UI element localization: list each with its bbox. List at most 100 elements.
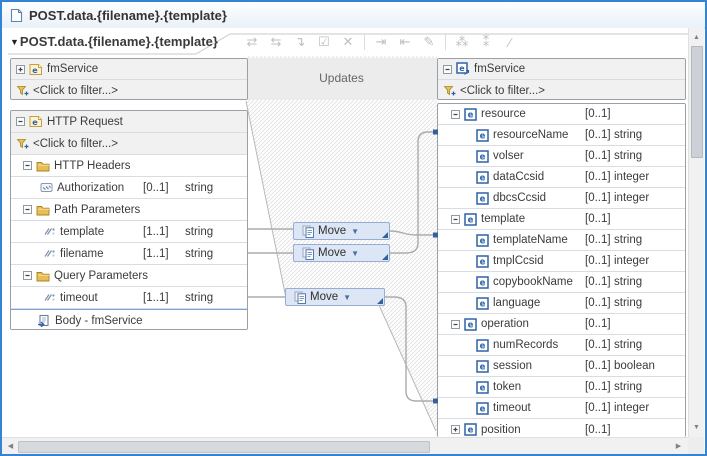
input-row-filename[interactable]: filename [1..1] string [11,243,247,265]
toolbar-submap-icon[interactable]: ⇄ [240,34,264,50]
move-transform-icon [302,247,315,260]
element-icon: e [476,254,489,268]
output-row-numrecords[interactable]: e numRecords [0..1] string [438,335,685,356]
toolbar-edit-transform-icon[interactable]: ✎ [417,34,441,50]
param-icon [43,226,56,237]
collapse-icon[interactable] [23,205,32,214]
folder-icon [36,204,50,216]
output-row-tmplccsid[interactable]: e tmplCcsid [0..1] integer [438,251,685,272]
element-icon: e [476,191,489,205]
vertical-scroll-thumb[interactable] [691,46,703,158]
input-row-path-parameters[interactable]: Path Parameters [11,199,247,221]
toolbar-icons: ⇄ ⇆ ↴ ☑ ✕ ⇥ ⇤ ✎ ⁂ ⁑ ⁄ [240,32,522,52]
toolbar-cast-icon[interactable]: ↴ [288,34,312,50]
scroll-down-icon[interactable]: ▼ [689,420,704,435]
scroll-up-icon[interactable]: ▲ [689,30,704,45]
horizontal-scroll-thumb[interactable] [18,441,430,453]
output-row-dataccsid[interactable]: e dataCcsid [0..1] integer [438,167,685,188]
type: string [185,181,214,194]
toolbar-remove-connection-icon[interactable]: ⁑ [474,34,498,50]
toolbar-link-outputs-icon[interactable]: ⇤ [393,34,417,50]
output-row-template[interactable]: e template [0..1] [438,209,685,230]
input-row-body-fmservice[interactable]: Body - fmService [11,309,247,329]
collapse-icon[interactable] [16,117,25,126]
svg-text:e: e [468,110,474,120]
svg-text:e: e [480,299,486,309]
type: string [185,247,214,260]
input-row-authorization[interactable]: Authorization [0..1] string [11,177,247,199]
input-row-query-parameters[interactable]: Query Parameters [11,265,247,287]
collapse-icon[interactable] [451,109,460,119]
row-label: resource [481,108,526,120]
chevron-down-icon[interactable]: ▼ [351,249,359,258]
toolbar-local-map-icon[interactable]: ⇆ [264,34,288,50]
input-row-http-headers[interactable]: HTTP Headers [11,155,247,177]
output-row-dbcsccsid[interactable]: e dbcsCcsid [0..1] integer [438,188,685,209]
output-row-language[interactable]: e language [0..1] string [438,293,685,314]
chevron-down-icon[interactable]: ▼ [343,293,351,302]
type: integer [614,171,650,183]
output-row-token[interactable]: e token [0..1] string [438,377,685,398]
toolbar-validate-map-icon[interactable]: ☑ [312,34,336,50]
output-row-operation[interactable]: e operation [0..1] [438,314,685,335]
input-service-row[interactable]: e fmService [11,59,247,80]
row-label: operation [481,318,529,330]
cardinality: [1..1] [143,247,169,260]
toolbar-annotation-icon[interactable]: ⁄ [498,35,522,50]
type: string [614,129,643,141]
cardinality: [0..1] [143,181,169,194]
output-row-timeout[interactable]: e timeout [0..1] integer [438,398,685,419]
editor-title: POST.data.{filename}.{template} [29,7,227,23]
type: boolean [614,360,655,372]
input-service-filter[interactable]: <Click to filter...> [11,80,247,99]
expand-icon[interactable] [16,64,25,74]
vertical-scrollbar[interactable]: ▲ ▼ [688,28,704,437]
output-row-templatename[interactable]: e templateName [0..1] string [438,230,685,251]
output-row-resource[interactable]: e resource [0..1] [438,104,685,125]
transform-move-1[interactable]: Move ▼ [293,222,390,240]
output-row-resourcename[interactable]: e resourceName [0..1] string [438,125,685,146]
input-row-template[interactable]: template [1..1] string [11,221,247,243]
output-row-volser[interactable]: e volser [0..1] string [438,146,685,167]
collapse-icon[interactable] [23,161,32,170]
toolbar-add-connection-icon[interactable]: ⁂ [450,34,474,50]
transform-move-2[interactable]: Move ▼ [293,244,390,262]
output-row-session[interactable]: e session [0..1] boolean [438,356,685,377]
input-row-timeout[interactable]: timeout [1..1] string [11,287,247,309]
horizontal-scrollbar[interactable]: ◀ ▶ [2,437,688,454]
cardinality: [0..1] [585,381,611,393]
input-request-filter[interactable]: <Click to filter...> [11,133,247,155]
output-row-copybookname[interactable]: e copybookName [0..1] string [438,272,685,293]
collapse-icon[interactable] [23,271,32,280]
breadcrumb[interactable]: ▼POST.data.{filename}.{template} [10,34,218,49]
toolbar-delete-transform-icon[interactable]: ✕ [336,34,360,50]
expand-icon[interactable] [451,425,460,434]
chevron-down-icon[interactable]: ▼ [351,227,359,236]
mapping-editor: POST.data.{filename}.{template} ▼POST.da… [0,0,707,456]
mapping-canvas: Updates e fmService <Click to filter...>… [2,56,690,437]
row-label: filename [60,247,104,260]
output-service-row[interactable]: e fmService [438,59,685,80]
output-service-filter[interactable]: <Click to filter...> [438,80,685,99]
resize-handle[interactable] [377,298,383,304]
input-request-header[interactable]: e HTTP Request [11,111,247,133]
row-label: timeout [493,402,531,414]
scroll-right-icon[interactable]: ▶ [671,439,686,454]
element-icon: e [476,338,489,352]
input-request-title: HTTP Request [47,115,123,128]
collapse-icon[interactable] [443,64,452,74]
transform-move-3[interactable]: Move ▼ [285,288,385,306]
collapse-icon[interactable] [451,319,460,329]
output-row-position[interactable]: e position [0..1] [438,419,685,437]
transform-label: Move [310,291,339,303]
toolbar-link-inputs-icon[interactable]: ⇥ [369,34,393,50]
toolbar-separator [364,34,365,50]
collapse-icon[interactable] [451,214,460,224]
row-label: language [493,297,541,309]
element-type-icon: e [29,63,43,76]
svg-text:e: e [480,341,486,351]
svg-text:e: e [468,426,474,436]
resize-handle[interactable] [382,232,388,238]
scroll-left-icon[interactable]: ◀ [3,439,18,454]
resize-handle[interactable] [382,254,388,260]
